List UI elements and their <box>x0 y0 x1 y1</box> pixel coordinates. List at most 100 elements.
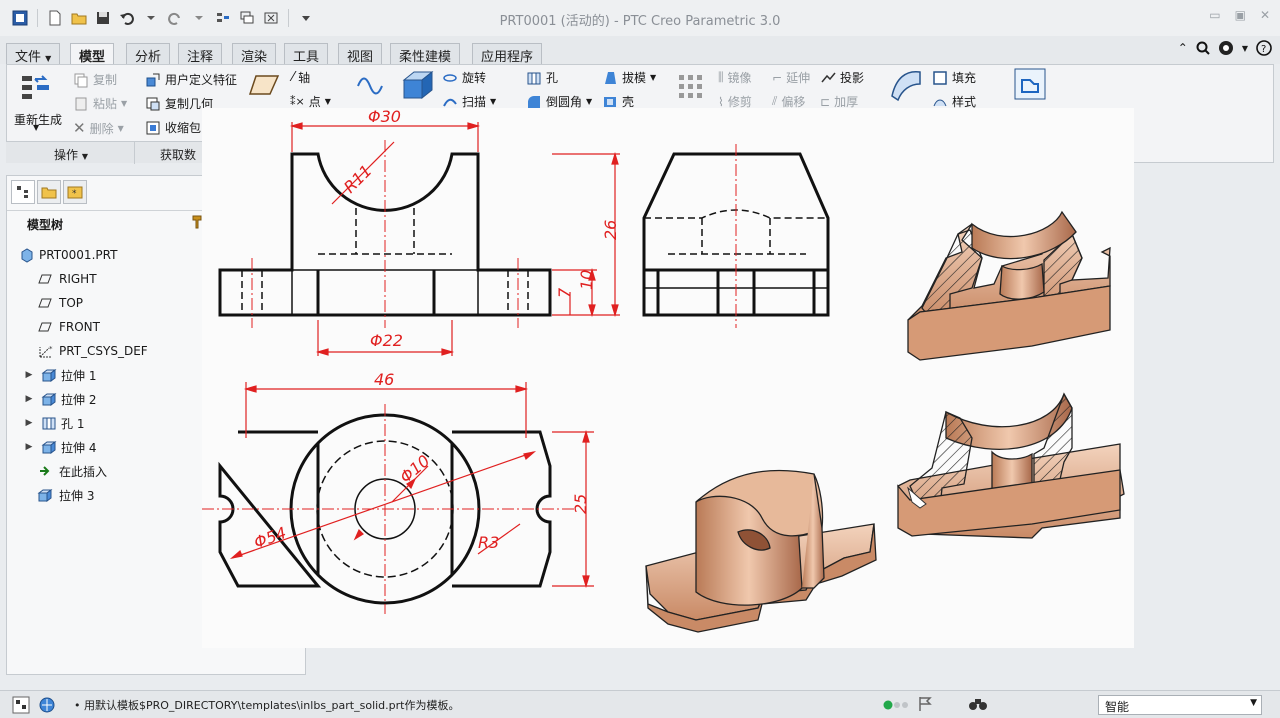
tree-item-label: 孔 1 <box>61 416 85 431</box>
tree-item-extrude-4[interactable]: ▶ 拉伸 4 <box>23 436 97 458</box>
delete-label: 删除 <box>89 121 114 136</box>
expand-arrow-icon[interactable]: ▶ <box>23 418 35 428</box>
help-circle-icon[interactable]: ? <box>1256 40 1272 56</box>
dim-label: 25 <box>571 494 590 514</box>
tab-favorites[interactable]: * <box>63 180 87 204</box>
collapse-ribbon-icon[interactable]: ⌃ <box>1178 41 1188 55</box>
boundary-blend-icon[interactable] <box>888 66 924 102</box>
extrude-icon <box>37 489 53 502</box>
revolve-button[interactable]: 旋转 <box>442 69 486 86</box>
draft-button[interactable]: 拔模 ▼ <box>602 69 656 86</box>
engineering-drawing: Φ30 R11 Φ22 26 10 7 46 Φ10 Φ54 R3 25 <box>202 108 1125 633</box>
model-tree-header: 模型树 <box>7 210 205 234</box>
offset-icon: ⫽ <box>772 94 778 108</box>
copy-button[interactable]: 复制 <box>73 71 117 88</box>
expand-arrow-icon[interactable]: ▶ <box>23 442 35 452</box>
search-icon[interactable] <box>1196 41 1210 55</box>
paste-label: 粘贴 <box>93 97 118 111</box>
dim-label: R3 <box>478 533 499 552</box>
tab-annotate[interactable]: 注释 <box>178 43 223 65</box>
graphics-window[interactable]: Φ30 R11 Φ22 26 10 7 46 Φ10 Φ54 R3 25 <box>202 108 1134 648</box>
help-dropdown-icon[interactable]: ▼ <box>1242 44 1248 53</box>
axis-button[interactable]: ⁄ 轴 <box>292 69 310 86</box>
revolve-icon <box>443 73 457 82</box>
tab-model-tree[interactable] <box>11 180 35 204</box>
tree-item-extrude-3[interactable]: 拉伸 3 <box>37 484 94 506</box>
tree-item-csys[interactable]: * PRT_CSYS_DEF <box>37 340 148 362</box>
expand-arrow-icon[interactable]: ▶ <box>23 370 35 380</box>
tab-tools[interactable]: 工具 <box>284 43 329 65</box>
tree-item-insert-here[interactable]: 在此插入 <box>37 460 107 482</box>
extrude-icon[interactable] <box>400 66 436 102</box>
regenerate-dropdown-icon[interactable]: ▼ <box>33 123 39 132</box>
mirror-button[interactable]: ⫼ 镜像 <box>718 69 752 86</box>
tab-render[interactable]: 渲染 <box>232 43 277 65</box>
maximize-icon[interactable]: ▣ <box>1235 8 1246 22</box>
tab-file[interactable]: 文件 ▼ <box>6 43 61 65</box>
ribbon-group-labels: 操作 ▼ 获取数 <box>6 141 208 164</box>
fill-button[interactable]: 填充 <box>932 69 976 86</box>
sketch-icon[interactable] <box>356 72 386 96</box>
point-icon: ⁑× <box>290 95 305 108</box>
expand-arrow-icon[interactable]: ▶ <box>23 394 35 404</box>
tab-applications[interactable]: 应用程序 <box>472 43 543 65</box>
delete-button[interactable]: ✕ 删除 ▼ <box>73 119 124 137</box>
tree-item-extrude-1[interactable]: ▶ 拉伸 1 <box>23 364 97 386</box>
tree-item-top[interactable]: TOP <box>37 292 83 314</box>
insert-arrow-icon <box>40 466 50 476</box>
tree-item-part[interactable]: PRT0001.PRT <box>19 244 117 266</box>
group-get-data[interactable]: 获取数 <box>160 146 196 163</box>
axis-label: 轴 <box>298 71 311 85</box>
shrinkwrap-label: 收缩包 <box>165 121 202 135</box>
hole-button[interactable]: 孔 <box>526 69 558 86</box>
plane-icon[interactable] <box>248 70 280 98</box>
project-label: 投影 <box>840 71 865 85</box>
tab-folder-browser[interactable] <box>37 180 61 204</box>
chevron-down-icon: ▼ <box>45 54 52 63</box>
shrinkwrap-button[interactable]: 收缩包 <box>145 119 201 136</box>
selection-filter-select[interactable]: 智能 ▼ <box>1098 695 1262 715</box>
group-operations[interactable]: 操作 ▼ <box>54 146 88 163</box>
flag-icon[interactable] <box>918 696 932 712</box>
extend-button[interactable]: ⌐ 延伸 <box>772 69 810 86</box>
tab-flexible-modeling[interactable]: 柔性建模 <box>390 43 461 65</box>
status-bar: • 用默认模板$PRO_DIRECTORY\templates\inlbs_pa… <box>0 690 1280 718</box>
tab-label: 模型 <box>79 50 106 65</box>
svg-text:*: * <box>72 189 77 199</box>
csys-icon: * <box>39 345 53 358</box>
tree-item-extrude-2[interactable]: ▶ 拉伸 2 <box>23 388 97 410</box>
tab-model[interactable]: 模型 <box>70 43 115 65</box>
pattern-icon[interactable] <box>676 72 706 102</box>
tree-item-right[interactable]: RIGHT <box>37 268 97 290</box>
close-icon[interactable]: ✕ <box>1260 8 1270 22</box>
folder-browser-icon <box>41 187 57 199</box>
extrude-icon <box>41 369 57 382</box>
tab-label: 分析 <box>135 50 162 65</box>
axis-icon: ⁄ <box>292 70 295 85</box>
tab-label: 文件 <box>15 50 42 65</box>
thicken-icon: ⊏ <box>820 94 831 109</box>
mirror-label: 镜像 <box>727 71 752 85</box>
paste-button[interactable]: 粘贴 ▼ <box>73 95 127 112</box>
dim-label: 26 <box>601 220 620 240</box>
find-binoculars-icon[interactable] <box>968 696 988 712</box>
section-model-top <box>907 210 1111 361</box>
ribbon-tabs: 文件 ▼ 模型 分析 注释 渲染 工具 视图 柔性建模 应用程序 <box>0 36 1280 65</box>
front-view-dimensions <box>289 122 620 356</box>
tree-item-hole-1[interactable]: ▶ 孔 1 <box>23 412 85 434</box>
tab-view[interactable]: 视图 <box>338 43 383 65</box>
favorites-icon: * <box>67 186 83 199</box>
regen-status-icon <box>883 700 908 710</box>
help-icon[interactable] <box>1218 40 1234 56</box>
revolve-label: 旋转 <box>462 71 487 85</box>
layout-toggle-icon[interactable] <box>12 696 30 714</box>
regenerate-button[interactable] <box>19 71 53 105</box>
minimize-icon[interactable]: ▭ <box>1209 8 1220 22</box>
tree-item-label: 拉伸 4 <box>61 440 97 455</box>
component-interface-icon[interactable] <box>1014 68 1046 100</box>
tab-analysis[interactable]: 分析 <box>126 43 171 65</box>
project-button[interactable]: 投影 <box>820 69 864 86</box>
browser-toggle-icon[interactable] <box>38 696 56 714</box>
svg-text:?: ? <box>1261 44 1266 55</box>
tree-item-front[interactable]: FRONT <box>37 316 100 338</box>
